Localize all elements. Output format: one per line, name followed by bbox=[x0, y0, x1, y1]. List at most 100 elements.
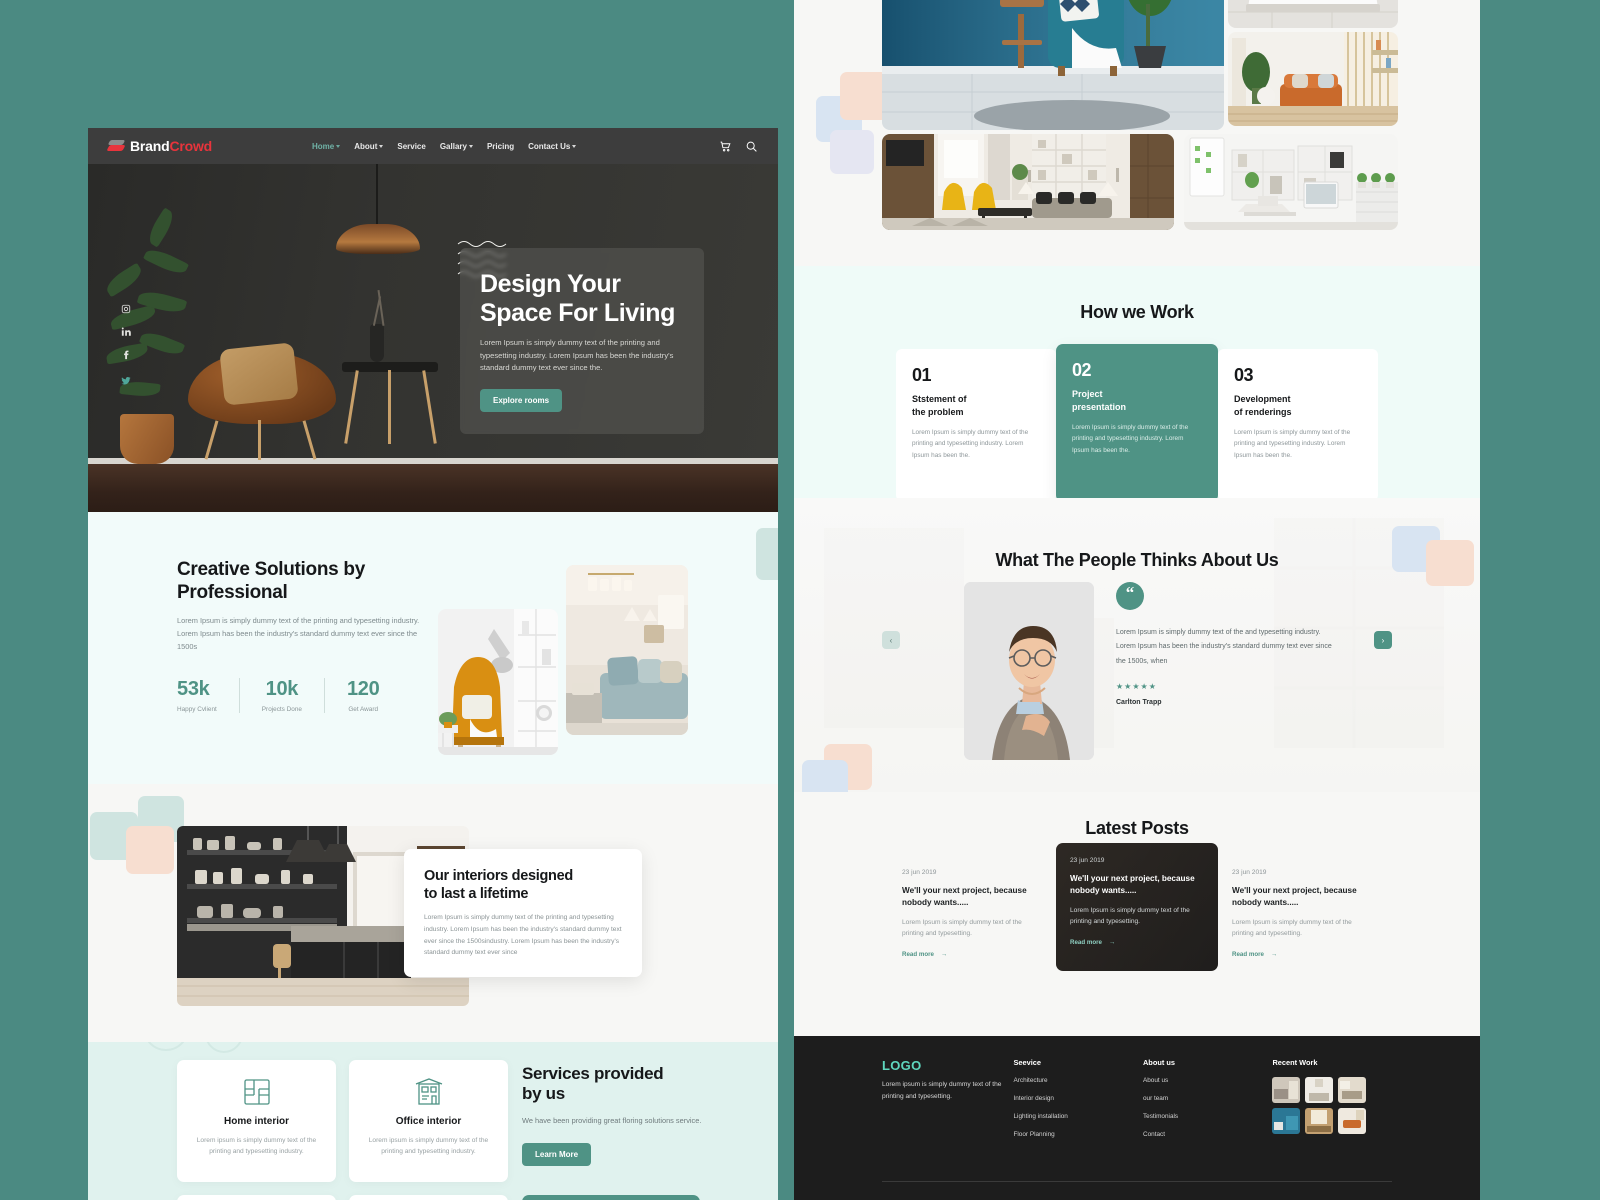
post-read-more-link[interactable]: Read more → bbox=[1232, 951, 1372, 958]
footer-service-column: Seevice Architecture Interior design Lig… bbox=[1013, 1058, 1142, 1149]
footer-about-heading: About us bbox=[1142, 1058, 1175, 1067]
hero-title-line1: Design Your bbox=[480, 270, 621, 298]
work-step-title-line2: presentation bbox=[1072, 401, 1127, 412]
service-card-desc: Lorem ipsum is simply dummy text of the … bbox=[196, 1137, 317, 1156]
work-thumbnail[interactable] bbox=[1272, 1077, 1301, 1103]
testimonial-prev-button[interactable]: ‹ bbox=[882, 631, 900, 649]
instagram-icon[interactable] bbox=[121, 304, 131, 314]
footer-work-thumbnails bbox=[1272, 1077, 1392, 1134]
interiors-content-card: Our interiors designed to last a lifetim… bbox=[404, 849, 642, 977]
post-date: 23 jun 2019 bbox=[1232, 869, 1267, 876]
footer-recent-work-heading: Recent Work bbox=[1272, 1058, 1318, 1067]
footer-link-testimonials[interactable]: Testimonials bbox=[1143, 1113, 1272, 1120]
hero-floor bbox=[88, 464, 778, 512]
footer-link-floor-planning[interactable]: Floor Planning bbox=[1013, 1131, 1142, 1138]
brandcrowd-swoosh-icon bbox=[106, 139, 126, 153]
footer-link-contact[interactable]: Contact bbox=[1143, 1131, 1272, 1138]
testimonial-card: “ Lorem Ipsum is simply dummy text of th… bbox=[964, 582, 1332, 760]
nav-item-gallary-label: Gallary bbox=[439, 141, 467, 151]
work-step-title-line1: Ststement of bbox=[912, 394, 967, 404]
post-read-more-link[interactable]: Read more → bbox=[902, 951, 1042, 958]
work-thumbnail[interactable] bbox=[1272, 1108, 1301, 1134]
creative-solutions-section: Creative Solutions by Professional Lorem… bbox=[88, 512, 778, 784]
post-card-3[interactable]: 23 jun 2019 We'll your next project, bec… bbox=[1228, 869, 1376, 958]
building-icon bbox=[365, 1078, 492, 1106]
nav-item-pricing-label: Pricing bbox=[486, 141, 515, 151]
hero-title-line2: Space For Living bbox=[480, 299, 676, 327]
navbar: BrandCrowd Home About Service Gallary Pr… bbox=[88, 128, 778, 164]
gallery-photo-living-room bbox=[882, 134, 1174, 230]
hero-armchair-image bbox=[188, 338, 336, 460]
post-excerpt: Lorem Ipsum is simply dummy text of the … bbox=[902, 918, 1022, 937]
services-card-grid: Home interior Lorem ipsum is simply dumm… bbox=[177, 1060, 508, 1200]
how-we-work-steps: 01 Ststement of the problem Lorem Ipsum … bbox=[794, 344, 1480, 502]
work-thumbnail[interactable] bbox=[1338, 1077, 1367, 1103]
brand-name-first: Brand bbox=[130, 138, 170, 154]
stat-value: 53k bbox=[177, 677, 210, 700]
post-excerpt: Lorem Ipsum is simply dummy text of the … bbox=[1070, 906, 1190, 925]
service-card-home-interior[interactable]: Home interior Lorem ipsum is simply dumm… bbox=[177, 1060, 336, 1182]
post-title: We'll your next project, because nobody … bbox=[902, 886, 1027, 907]
post-read-more-link[interactable]: Read more → bbox=[1070, 939, 1204, 946]
nav-item-pricing[interactable]: Pricing bbox=[487, 142, 514, 151]
interiors-title-line1: Our interiors designed bbox=[424, 868, 573, 884]
twitter-icon[interactable] bbox=[121, 373, 131, 385]
footer-columns: LOGO Lorem ipsum is simply dummy text of… bbox=[882, 1058, 1392, 1149]
footer-link-our-team[interactable]: our team bbox=[1143, 1095, 1272, 1102]
left-page-panel: BrandCrowd Home About Service Gallary Pr… bbox=[88, 128, 778, 1200]
stat-label: Projects Done bbox=[261, 705, 302, 713]
cart-icon[interactable] bbox=[719, 140, 732, 153]
creative-photo-livingroom bbox=[566, 565, 688, 735]
linkedin-icon[interactable] bbox=[121, 327, 131, 337]
nav-item-about[interactable]: About bbox=[354, 141, 384, 151]
brand-logo[interactable]: BrandCrowd bbox=[106, 138, 212, 154]
how-we-work-heading: How we Work bbox=[1080, 302, 1194, 322]
services-teal-panel bbox=[522, 1195, 700, 1200]
footer-link-architecture[interactable]: Architecture bbox=[1013, 1077, 1142, 1084]
services-heading: Services provided by us bbox=[522, 1064, 702, 1105]
testimonial-next-button[interactable]: › bbox=[1374, 631, 1392, 649]
stat-happy-client: 53k Happy Cvlient bbox=[177, 678, 239, 713]
service-card-4[interactable] bbox=[349, 1195, 508, 1200]
service-card-3[interactable] bbox=[177, 1195, 336, 1200]
footer-service-heading: Seevice bbox=[1013, 1058, 1042, 1067]
explore-rooms-button[interactable]: Explore rooms bbox=[480, 388, 563, 412]
stat-projects-done: 10k Projects Done bbox=[238, 677, 324, 713]
nav-item-gallary[interactable]: Gallary bbox=[440, 142, 473, 151]
work-thumbnail[interactable] bbox=[1305, 1108, 1334, 1134]
read-more-label: Read more bbox=[902, 951, 934, 959]
work-step-title-line2: of renderings bbox=[1234, 406, 1292, 417]
gallery-photo-office bbox=[1184, 134, 1398, 230]
learn-more-button[interactable]: Learn More bbox=[522, 1143, 592, 1167]
footer-link-interior-design[interactable]: Interior design bbox=[1013, 1095, 1142, 1102]
nav-links: Home About Service Gallary Pricing Conta… bbox=[312, 141, 577, 151]
arrow-right-icon: → bbox=[1108, 939, 1116, 947]
footer-about-column: About us About us our team Testimonials … bbox=[1143, 1058, 1272, 1149]
creative-photo-armchair bbox=[438, 609, 558, 755]
read-more-label: Read more bbox=[1232, 951, 1264, 959]
nav-item-home[interactable]: Home bbox=[312, 142, 341, 151]
testimonial-body: “ Lorem Ipsum is simply dummy text of th… bbox=[1116, 582, 1332, 760]
service-card-office-interior[interactable]: Office interior Lorem ipsum is simply du… bbox=[349, 1060, 508, 1182]
footer-tagline: Lorem ipsum is simply dummy text of the … bbox=[882, 1081, 1002, 1100]
post-card-2[interactable]: 23 jun 2019 We'll your next project, bec… bbox=[1056, 843, 1218, 971]
work-thumbnail[interactable] bbox=[1305, 1077, 1334, 1103]
creative-title-line2: Professional bbox=[177, 582, 288, 604]
work-step-number: 01 bbox=[912, 365, 932, 385]
facebook-icon[interactable] bbox=[121, 350, 131, 360]
work-step-title-line2: the problem bbox=[912, 406, 964, 417]
decor-square bbox=[830, 130, 874, 174]
search-icon[interactable] bbox=[745, 140, 758, 153]
footer-link-lighting-installation[interactable]: Lighting installation bbox=[1013, 1113, 1142, 1120]
nav-item-contact-us[interactable]: Contact Us bbox=[528, 142, 577, 151]
nav-item-about-label: About bbox=[354, 141, 378, 151]
decor-square bbox=[756, 528, 778, 580]
nav-item-service[interactable]: Service bbox=[397, 142, 425, 151]
work-thumbnail[interactable] bbox=[1338, 1108, 1367, 1134]
post-card-1[interactable]: 23 jun 2019 We'll your next project, bec… bbox=[898, 869, 1046, 958]
work-step-text: Lorem Ipsum is simply dummy text of the … bbox=[912, 429, 1029, 459]
services-heading-line2: by us bbox=[522, 1084, 565, 1104]
social-rail bbox=[121, 304, 131, 385]
services-heading-line1: Services provided bbox=[522, 1064, 664, 1083]
footer-link-about-us[interactable]: About us bbox=[1143, 1077, 1272, 1084]
